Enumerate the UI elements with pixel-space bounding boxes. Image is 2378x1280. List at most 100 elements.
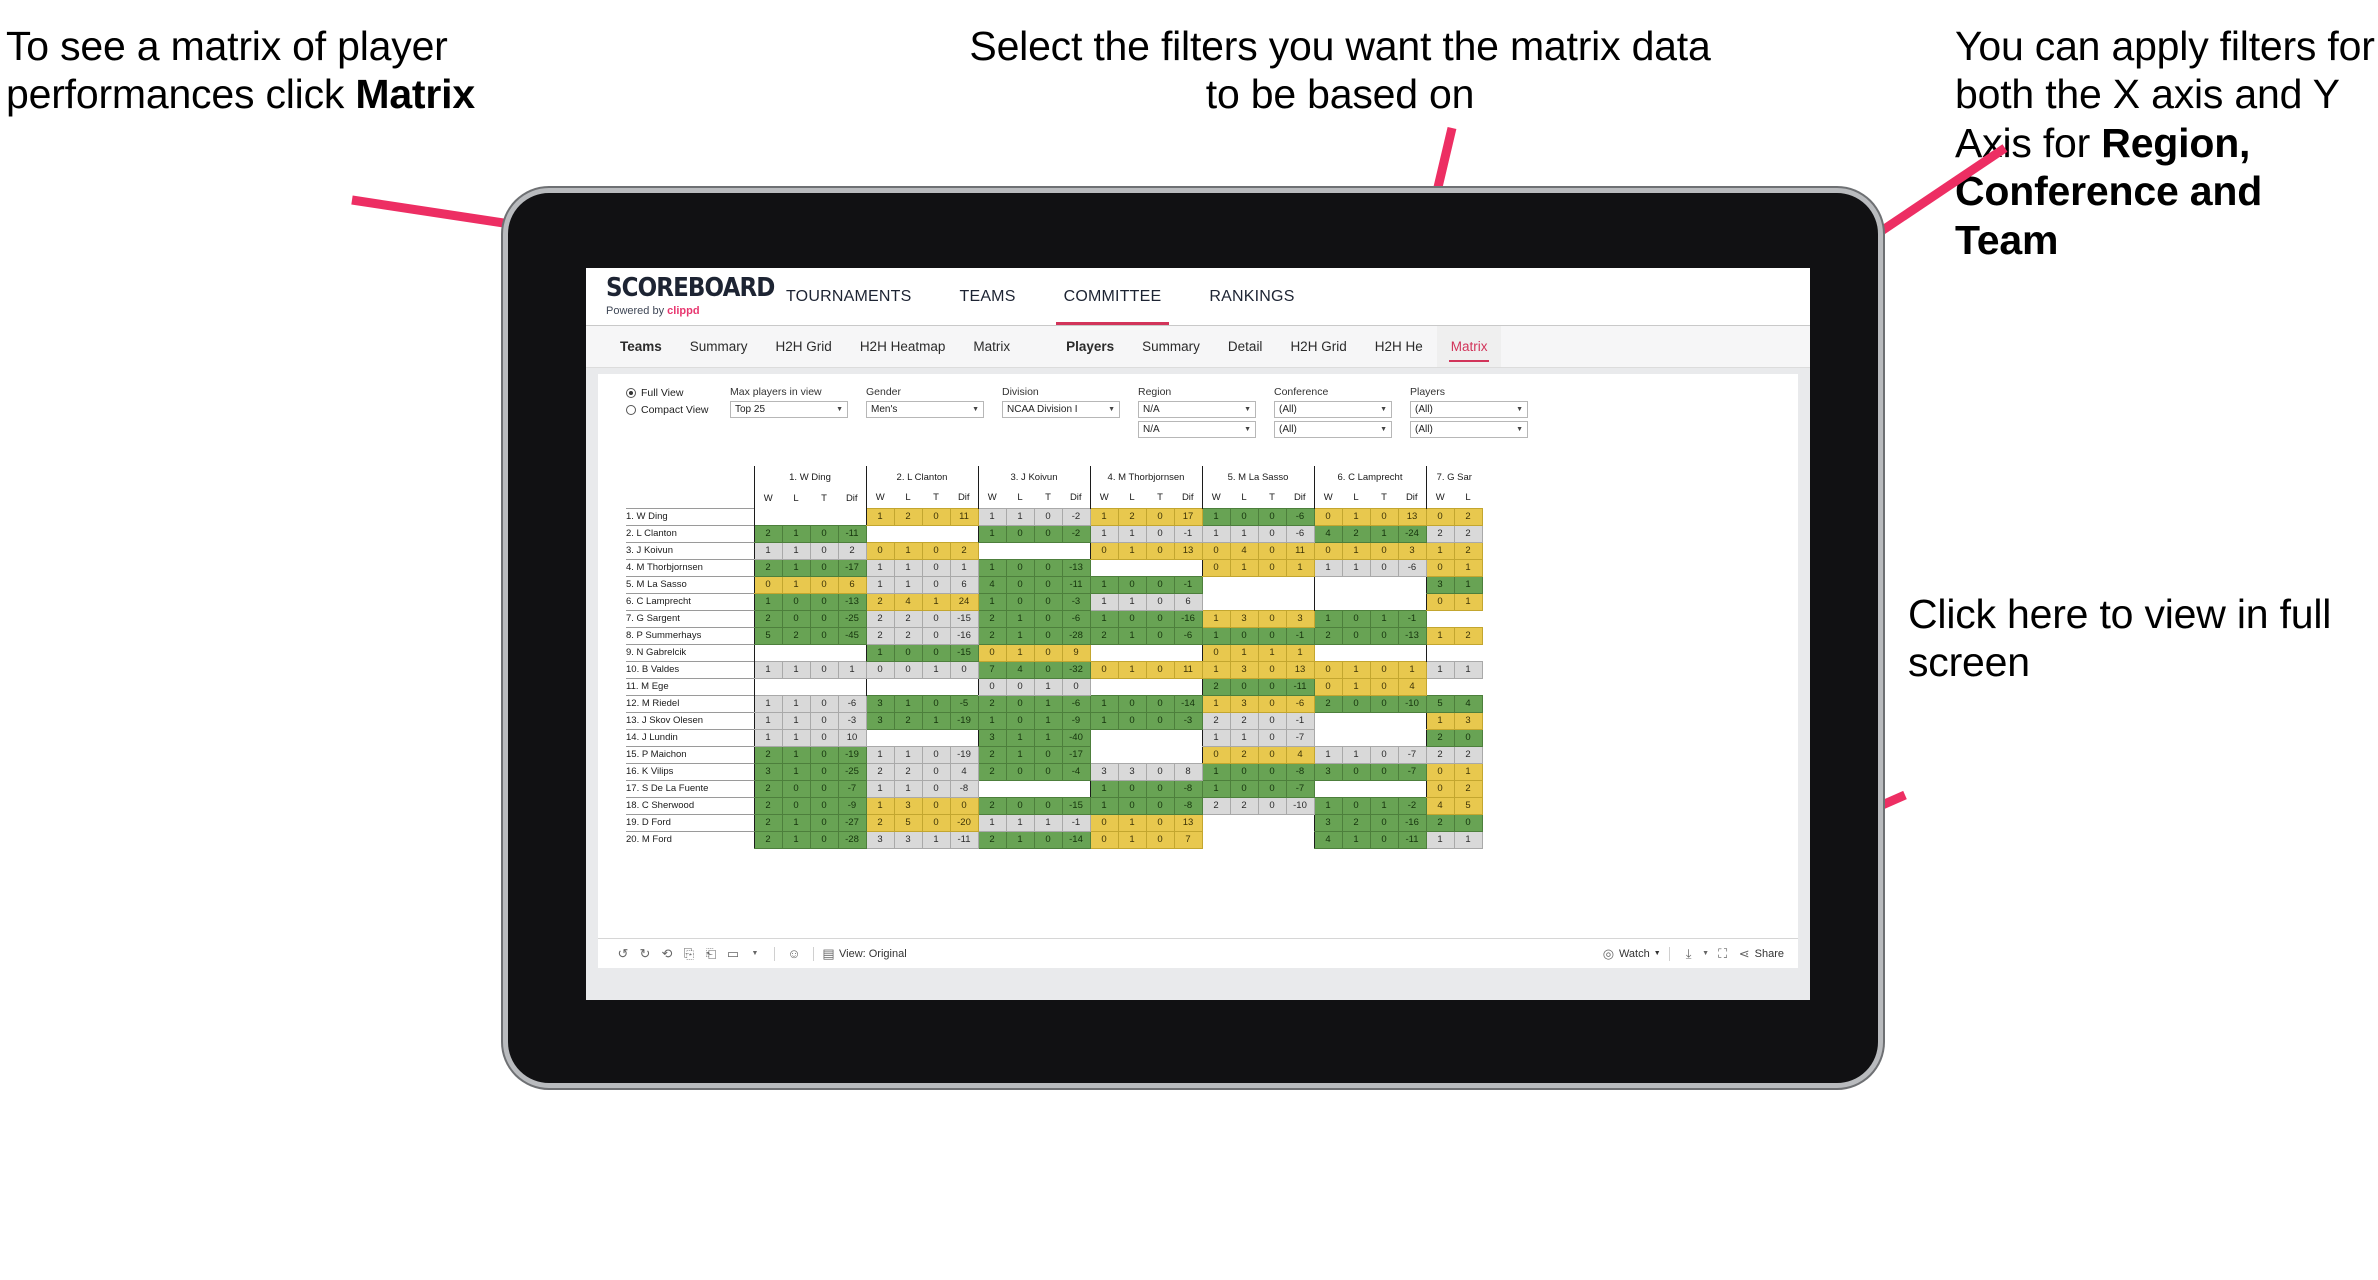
matrix-cell[interactable]: 2 xyxy=(1453,524,1483,543)
pause-updates-icon[interactable]: ⎗ xyxy=(700,943,722,965)
matrix-cell[interactable]: 0 xyxy=(1089,830,1119,849)
matrix-cell[interactable]: 24 xyxy=(949,592,979,611)
matrix-cell[interactable]: 0 xyxy=(809,575,839,594)
matrix-cell[interactable]: 13 xyxy=(1173,813,1203,832)
matrix-cell[interactable] xyxy=(1118,729,1146,746)
matrix-cell[interactable] xyxy=(1258,814,1286,831)
matrix-cell[interactable] xyxy=(1286,814,1314,831)
matrix-cell[interactable]: 1 xyxy=(1285,558,1315,577)
matrix-cell[interactable]: 1 xyxy=(865,558,895,577)
matrix-cell[interactable]: 1 xyxy=(1313,796,1343,815)
matrix-cell[interactable]: 1 xyxy=(1201,609,1231,628)
matrix-cell[interactable] xyxy=(1398,593,1426,610)
matrix-cell[interactable]: 2 xyxy=(1117,507,1147,526)
matrix-cell[interactable]: 0 xyxy=(1341,796,1371,815)
matrix-cell[interactable]: 0 xyxy=(1425,762,1455,781)
table-row[interactable]: 20. M Ford 2 1 0 -28 3 3 1 -11 2 1 0 -14 0 1 0 7 4 1 0 -11 1 1 xyxy=(626,830,1483,849)
matrix-cell[interactable]: 1 xyxy=(1005,626,1035,645)
matrix-cell[interactable]: 1 xyxy=(921,711,951,730)
matrix-cell[interactable] xyxy=(838,678,866,695)
matrix-cell[interactable]: 0 xyxy=(865,660,895,679)
matrix-cell[interactable]: -14 xyxy=(1173,694,1203,713)
table-row[interactable]: 18. C Sherwood 2 0 0 -9 1 3 0 0 2 0 0 -15 1 0 0 -8 2 2 0 -10… xyxy=(626,796,1483,815)
matrix-cell[interactable]: 0 xyxy=(977,643,1007,662)
matrix-cell[interactable]: 1 xyxy=(1341,541,1371,560)
matrix-cell[interactable] xyxy=(1089,678,1118,695)
table-row[interactable]: 11. M Ege 0 0 1 0 2 0 0 -11 0 1 0 4 xyxy=(626,677,1482,696)
matrix-cell[interactable]: 0 xyxy=(1145,575,1175,594)
matrix-cell[interactable]: 2 xyxy=(893,507,923,526)
filter-division-select[interactable]: NCAA Division I ▼ xyxy=(1002,401,1120,418)
tab-players-h2h-grid[interactable]: H2H Grid xyxy=(1276,326,1360,367)
matrix-cell[interactable]: -1 xyxy=(1285,711,1315,730)
matrix-cell[interactable]: 2 xyxy=(1453,507,1483,526)
matrix-cell[interactable] xyxy=(1118,746,1146,763)
matrix-cell[interactable] xyxy=(1342,644,1370,661)
matrix-cell[interactable]: 1 xyxy=(1033,728,1063,747)
matrix-cell[interactable] xyxy=(1313,780,1342,797)
matrix-cell[interactable]: 1 xyxy=(893,575,923,594)
matrix-cell[interactable]: 1 xyxy=(1425,660,1455,679)
matrix-cell[interactable]: 1 xyxy=(1117,813,1147,832)
matrix-cell[interactable]: 3 xyxy=(753,762,783,781)
matrix-cell[interactable]: 4 xyxy=(1313,830,1343,849)
matrix-cell[interactable] xyxy=(1370,780,1398,797)
matrix-cell[interactable]: 6 xyxy=(1173,592,1203,611)
matrix-cell[interactable]: 2 xyxy=(977,796,1007,815)
matrix-cell[interactable]: 0 xyxy=(1145,592,1175,611)
highlight-icon[interactable]: ▭ xyxy=(722,943,744,965)
matrix-cell[interactable]: 13 xyxy=(1285,660,1315,679)
matrix-cell[interactable] xyxy=(922,525,950,542)
matrix-cell[interactable]: 1 xyxy=(1005,745,1035,764)
matrix-cell[interactable]: -6 xyxy=(837,694,867,713)
matrix-cell[interactable]: 1 xyxy=(977,558,1007,577)
matrix-cell[interactable]: 7 xyxy=(977,660,1007,679)
matrix-cell[interactable]: 2 xyxy=(1341,813,1371,832)
tab-players-h2h-heatmap[interactable]: H2H He xyxy=(1361,326,1437,367)
matrix-cell[interactable]: 0 xyxy=(809,711,839,730)
matrix-cell[interactable]: 0 xyxy=(1033,575,1063,594)
matrix-cell[interactable]: 1 xyxy=(921,592,951,611)
matrix-cell[interactable]: 1 xyxy=(781,575,811,594)
matrix-cell[interactable]: 2 xyxy=(977,762,1007,781)
matrix-cell[interactable]: -13 xyxy=(837,592,867,611)
matrix-cell[interactable]: 1 xyxy=(1369,609,1399,628)
matrix-cell[interactable]: 0 xyxy=(1033,626,1063,645)
matrix-cell[interactable]: 1 xyxy=(1117,626,1147,645)
matrix-cell[interactable]: 0 xyxy=(1033,762,1063,781)
matrix-cell[interactable]: 2 xyxy=(753,745,783,764)
matrix-cell[interactable]: -6 xyxy=(1397,558,1427,577)
matrix-cell[interactable]: 1 xyxy=(1453,830,1483,849)
matrix-cell[interactable]: 0 xyxy=(1313,507,1343,526)
matrix-cell[interactable]: 0 xyxy=(1033,660,1063,679)
matrix-cell[interactable] xyxy=(922,678,950,695)
matrix-cell[interactable]: -45 xyxy=(837,626,867,645)
matrix-cell[interactable] xyxy=(1089,729,1118,746)
undo-icon[interactable]: ↺ xyxy=(612,943,634,965)
matrix-cell[interactable]: 1 xyxy=(1341,558,1371,577)
matrix-cell[interactable]: 3 xyxy=(1089,762,1119,781)
table-row[interactable]: 19. D Ford 2 1 0 -27 2 5 0 -20 1 1 1 -1 0 1 0 13 3 2 0 -16 2 0 xyxy=(626,813,1483,832)
matrix-cell[interactable]: 0 xyxy=(1145,541,1175,560)
matrix-cell[interactable]: 0 xyxy=(1257,694,1287,713)
matrix-cell[interactable]: -11 xyxy=(1397,830,1427,849)
matrix-cell[interactable]: 3 xyxy=(1117,762,1147,781)
matrix-cell[interactable]: 2 xyxy=(977,830,1007,849)
matrix-cell[interactable]: 2 xyxy=(893,762,923,781)
matrix-cell[interactable]: 2 xyxy=(1453,626,1483,645)
matrix-cell[interactable]: -6 xyxy=(1285,694,1315,713)
matrix-cell[interactable]: 1 xyxy=(1285,643,1315,662)
matrix-cell[interactable]: 2 xyxy=(1425,728,1455,747)
matrix-cell[interactable]: 0 xyxy=(921,541,951,560)
matrix-cell[interactable]: 2 xyxy=(753,813,783,832)
matrix-cell[interactable]: 0 xyxy=(1005,711,1035,730)
matrix-cell[interactable]: 0 xyxy=(1257,728,1287,747)
matrix-cell[interactable]: 2 xyxy=(753,609,783,628)
nav-item-rankings[interactable]: RANKINGS xyxy=(1185,268,1318,325)
matrix-cell[interactable]: 9 xyxy=(1061,643,1091,662)
matrix-cell[interactable]: 0 xyxy=(1145,524,1175,543)
matrix-cell[interactable] xyxy=(1174,678,1202,695)
matrix-cell[interactable]: 1 xyxy=(1229,558,1259,577)
matrix-cell[interactable]: 0 xyxy=(1089,541,1119,560)
matrix-cell[interactable]: 0 xyxy=(1369,830,1399,849)
